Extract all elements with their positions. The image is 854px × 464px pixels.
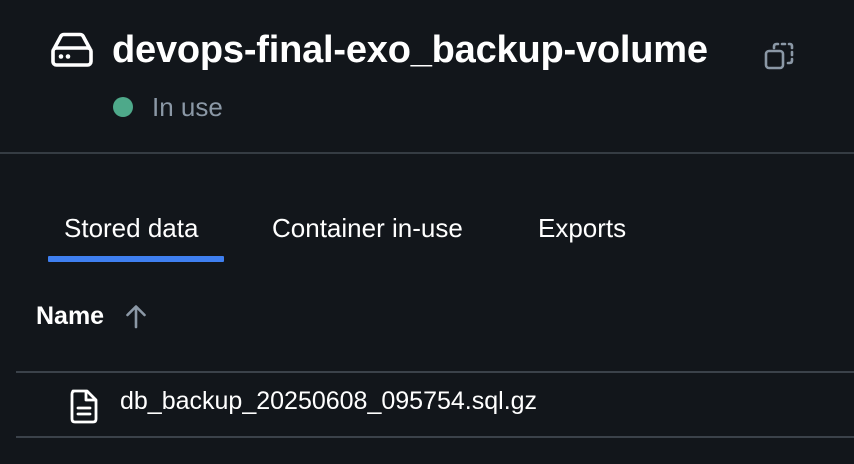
column-header-label: Name <box>36 301 105 330</box>
status-dot <box>113 97 133 117</box>
column-header-name[interactable]: Name <box>36 296 148 336</box>
status-indicator: In use <box>113 92 223 122</box>
tab-exports[interactable]: Exports <box>538 196 626 260</box>
header-divider <box>0 152 854 154</box>
copy-icon[interactable] <box>762 40 796 72</box>
tab-container-in-use[interactable]: Container in-use <box>272 196 463 260</box>
table-row[interactable]: db_backup_20250608_095754.sql.gz <box>16 373 854 435</box>
sort-arrow-up-icon <box>124 302 148 330</box>
status-text: In use <box>152 91 223 122</box>
volume-detail-page: devops-final-exo_backup-volume In use St… <box>0 0 854 464</box>
active-tab-indicator <box>48 256 224 262</box>
volume-header: devops-final-exo_backup-volume In use <box>0 0 854 153</box>
tab-bar: Stored data Container in-use Exports <box>0 196 854 264</box>
file-name: db_backup_20250608_095754.sql.gz <box>120 387 538 415</box>
file-icon <box>66 387 102 425</box>
page-title: devops-final-exo_backup-volume <box>112 29 708 71</box>
table-divider <box>16 436 854 438</box>
tab-stored-data[interactable]: Stored data <box>64 196 198 260</box>
hard-drive-icon <box>50 30 94 70</box>
